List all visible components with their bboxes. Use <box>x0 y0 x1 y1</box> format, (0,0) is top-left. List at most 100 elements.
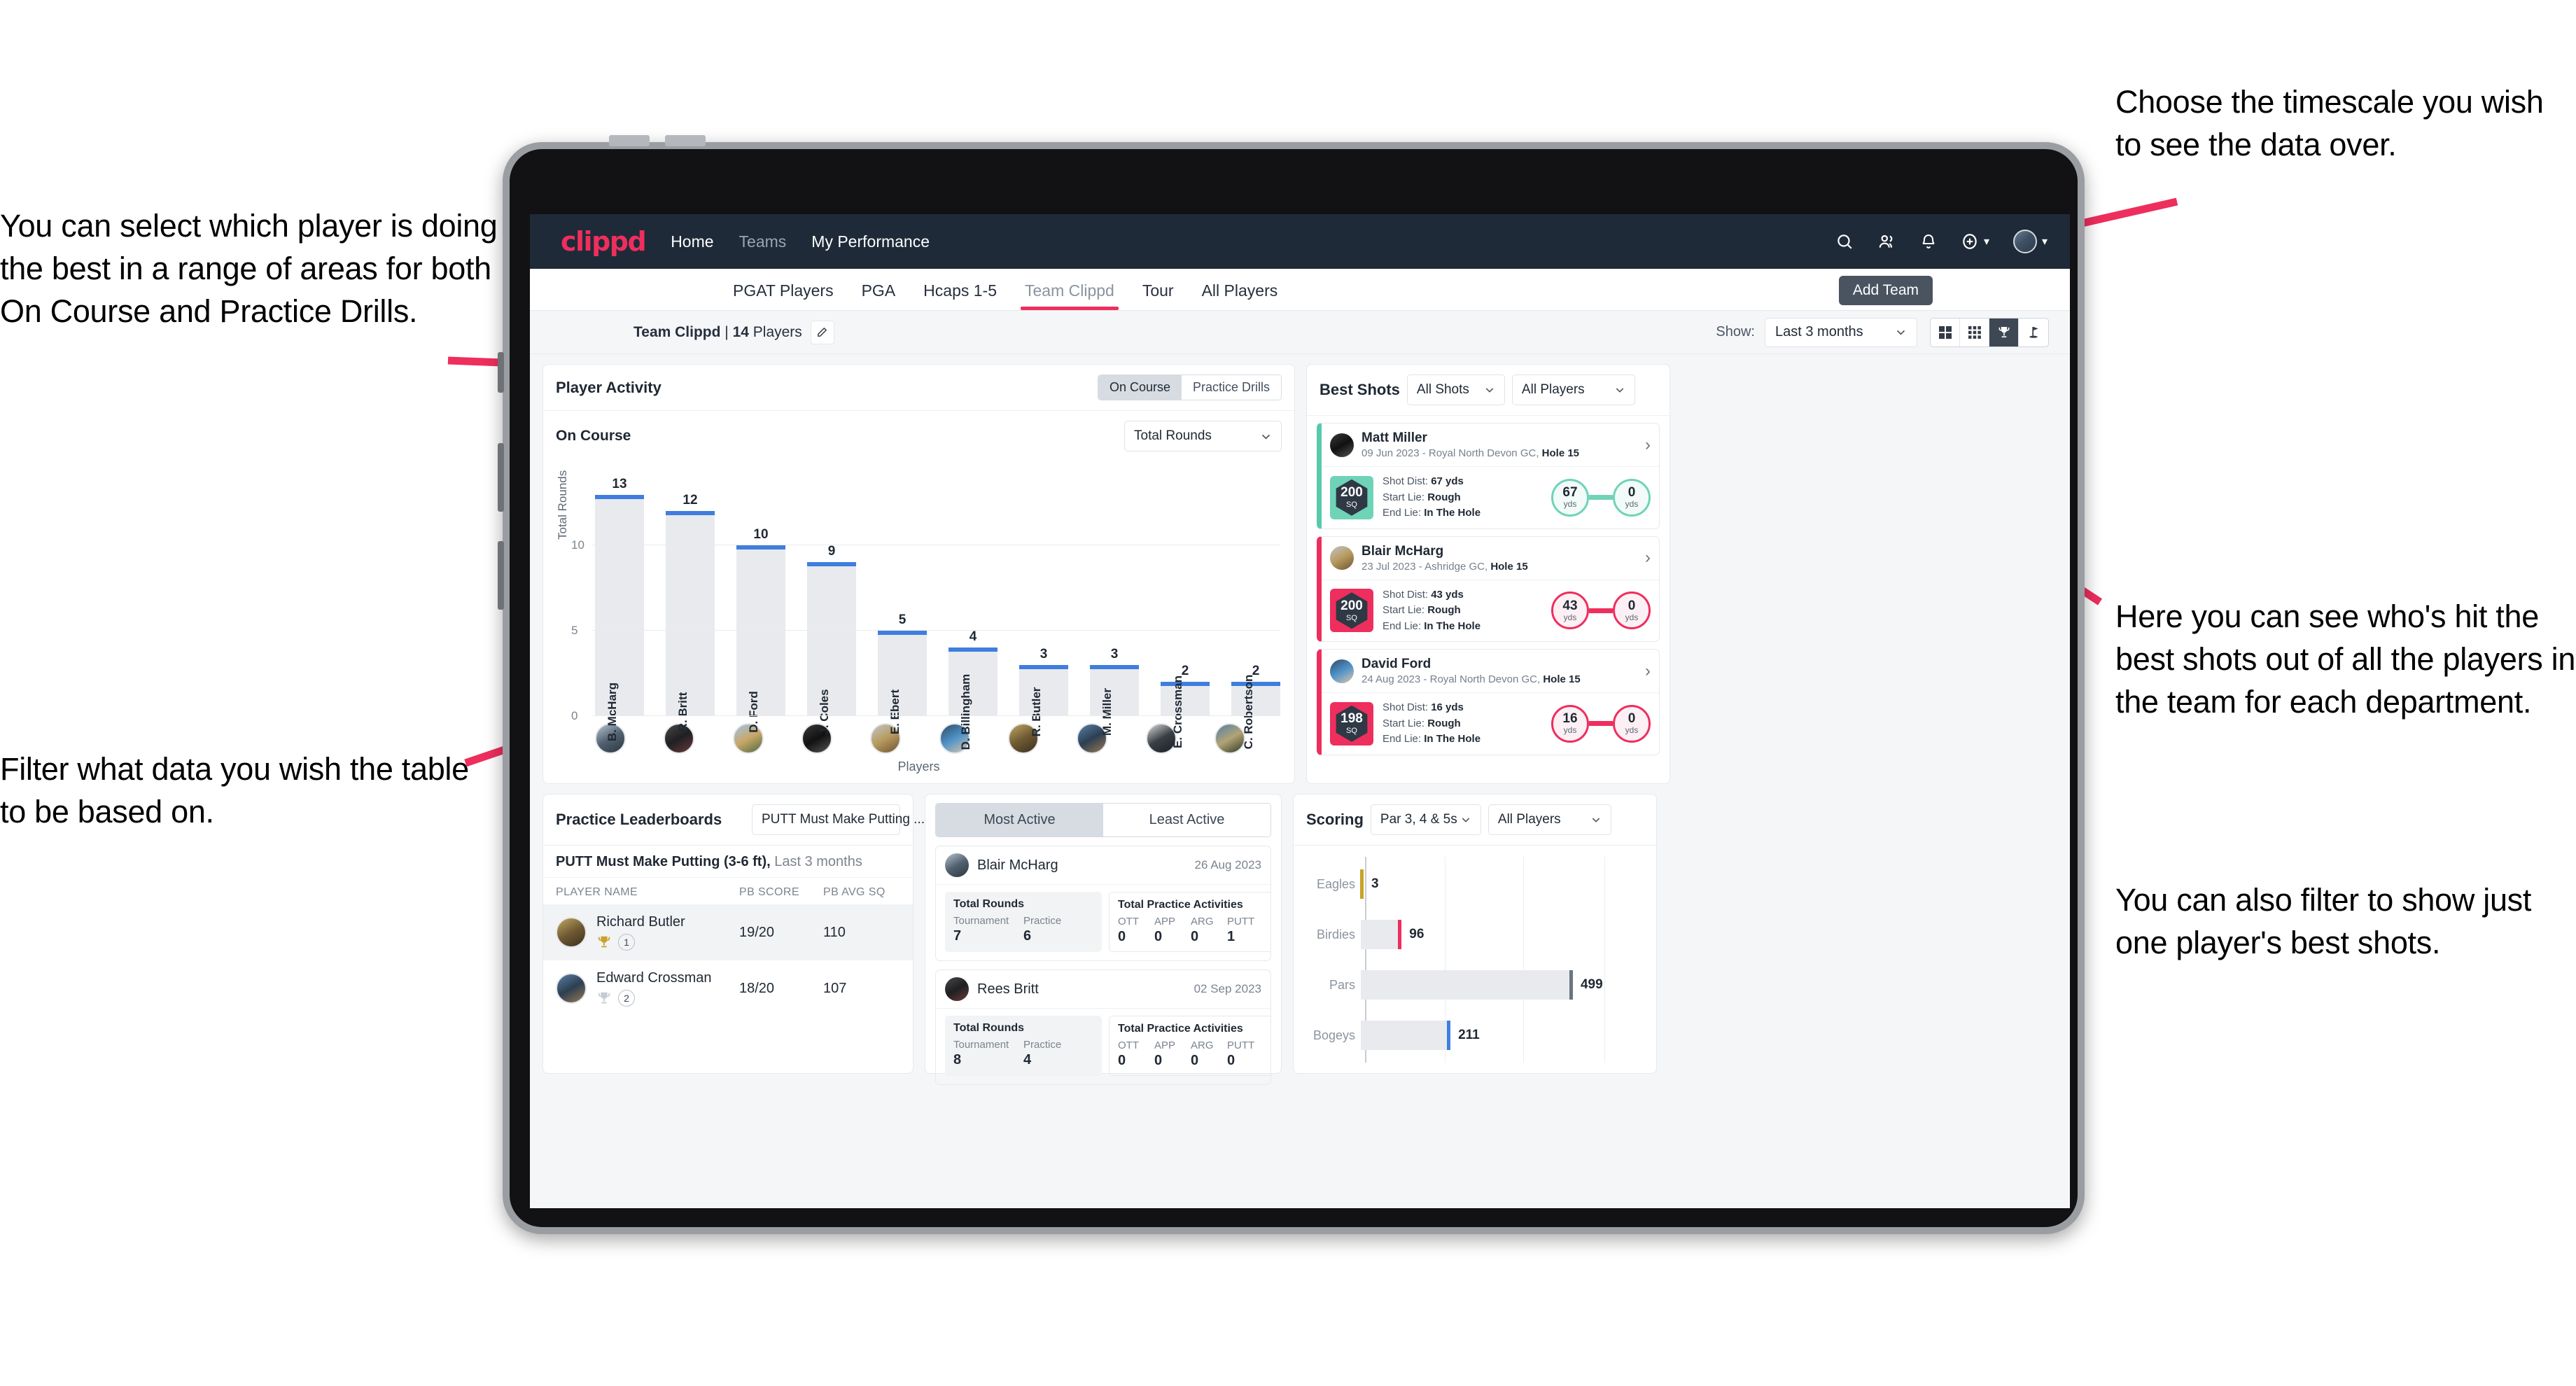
avatar[interactable] <box>1330 659 1354 683</box>
tab-most-active[interactable]: Most Active <box>936 804 1103 836</box>
nav-link-home[interactable]: Home <box>671 232 713 251</box>
bell-icon[interactable] <box>1920 232 1937 251</box>
chart-bar-group[interactable]: 3 M. Miller <box>1090 477 1139 736</box>
leaderboard-row[interactable]: Richard Butler 1 19/20 110 <box>543 904 913 960</box>
chart-bar-group[interactable]: 4 D. Billingham <box>948 477 997 750</box>
scoring-bar-value: 211 <box>1458 1028 1480 1042</box>
avatar[interactable] <box>945 977 969 1001</box>
best-shots-title: Best Shots <box>1320 381 1400 398</box>
chevron-right-icon[interactable]: › <box>1645 435 1651 455</box>
practice-leaderboards-title: Practice Leaderboards <box>556 811 722 828</box>
best-shot-date: 24 Aug 2023 <box>1362 673 1421 685</box>
chart-bar[interactable]: R. Butler <box>1019 664 1068 736</box>
chevron-right-icon[interactable]: › <box>1645 662 1651 681</box>
chart-bar-group[interactable]: 2 E. Crossman <box>1161 477 1210 748</box>
tab-hcaps-1-5[interactable]: Hcaps 1-5 <box>909 281 1011 310</box>
chart-bar-group[interactable]: 10 D. Ford <box>736 477 785 733</box>
scoring-bar[interactable] <box>1361 920 1402 949</box>
avatar[interactable] <box>556 917 587 948</box>
nav-link-teams[interactable]: Teams <box>739 232 787 251</box>
scoring-bar[interactable] <box>1361 1021 1451 1050</box>
activity-player-card[interactable]: Blair McHarg 26 Aug 2023 Total Rounds Tourn… <box>935 846 1271 961</box>
search-icon[interactable] <box>1835 232 1854 251</box>
chart-bar[interactable]: E. Crossman <box>1161 676 1210 748</box>
tab-pgat-players[interactable]: PGAT Players <box>719 281 848 310</box>
segment-practice-drills[interactable]: Practice Drills <box>1181 375 1281 400</box>
side-button-3[interactable] <box>498 541 504 610</box>
volume-up-button[interactable] <box>609 135 650 146</box>
practice-activities-box: Total Practice Activities OTT APP ARG PUTT 0 0… <box>1109 892 1270 952</box>
shot-quality-unit: SQ <box>1346 500 1357 510</box>
plus-circle-icon[interactable]: ▾ <box>1961 232 1989 251</box>
side-button-1[interactable] <box>498 352 504 393</box>
clippd-logo[interactable]: clippd <box>561 226 647 257</box>
shot-filter-select[interactable]: All Shots <box>1406 374 1505 405</box>
shot-quality-badge: 200 SQ <box>1330 589 1373 633</box>
chart-bar-group[interactable]: 3 R. Butler <box>1019 477 1068 736</box>
tab-least-active[interactable]: Least Active <box>1103 804 1270 836</box>
chart-bar-group[interactable]: 2 C. Robertson <box>1231 477 1280 749</box>
tab-tour[interactable]: Tour <box>1128 281 1188 310</box>
activity-card-body: Total Rounds Tournament Practice 7 6 Total Pr… <box>936 885 1270 960</box>
tab-pga[interactable]: PGA <box>848 281 910 310</box>
chart-bar-label: J. Coles <box>818 689 831 735</box>
practice-activities-title: Total Practice Activities <box>1118 1023 1243 1035</box>
chart-bar-group[interactable]: 9 J. Coles <box>807 477 856 735</box>
tab-team-clippd[interactable]: Team Clippd <box>1011 281 1128 310</box>
edit-team-button[interactable] <box>810 320 834 344</box>
start-lie-label: Start Lie: <box>1382 717 1428 729</box>
segment-on-course[interactable]: On Course <box>1098 375 1182 400</box>
leaderboard-row[interactable]: Edward Crossman 2 18/20 107 <box>543 960 913 1016</box>
activity-card-body: Total Rounds Tournament Practice 8 4 Total Pr… <box>936 1009 1270 1084</box>
chart-bar[interactable]: R. Britt <box>666 510 715 732</box>
chart-bar-group[interactable]: 5 E. Ebert <box>878 477 927 734</box>
activity-player-card[interactable]: Rees Britt 02 Sep 2023 Total Rounds Tournam… <box>935 969 1271 1085</box>
tab-all-players[interactable]: All Players <box>1188 281 1292 310</box>
scoring-player-filter-select[interactable]: All Players <box>1488 804 1611 835</box>
par-filter-select[interactable]: Par 3, 4 & 5s <box>1370 804 1481 835</box>
best-shot-card[interactable]: Blair McHarg 23 Jul 2023 - Ashridge GC, H… <box>1317 536 1660 642</box>
chart-bar[interactable]: C. Robertson <box>1231 675 1280 749</box>
chart-bar[interactable]: E. Ebert <box>878 630 927 734</box>
people-icon[interactable] <box>1877 232 1896 251</box>
best-shot-card[interactable]: David Ford 24 Aug 2023 - Royal North Devo… <box>1317 649 1660 755</box>
avatar[interactable]: ▾ <box>2012 230 2047 253</box>
chart-bar[interactable]: D. Billingham <box>948 648 997 750</box>
period-select-value: Last 3 months <box>1775 324 1863 340</box>
avatar[interactable] <box>1330 433 1354 457</box>
scoring-bar[interactable] <box>1361 970 1573 1000</box>
volume-down-button[interactable] <box>665 135 706 146</box>
period-select[interactable]: Last 3 months <box>1765 317 1917 347</box>
side-button-2[interactable] <box>498 443 504 512</box>
avatar[interactable] <box>556 973 587 1004</box>
chart-bar-value: 3 <box>1110 646 1119 662</box>
chart-bar[interactable]: M. Miller <box>1090 664 1139 736</box>
scoring-bar-row[interactable]: Bogeys 211 <box>1305 1014 1645 1057</box>
start-lie-value: Rough <box>1427 604 1461 616</box>
chevron-right-icon[interactable]: › <box>1645 548 1651 568</box>
view-mode-trophy[interactable] <box>1989 318 2019 346</box>
drill-name: PUTT Must Make Putting (3-6 ft), <box>556 854 771 869</box>
scoring-bar-row[interactable]: Birdies 96 <box>1305 913 1645 956</box>
chart-bar-group[interactable]: 13 B. McHarg <box>595 477 644 741</box>
player-avatar[interactable] <box>1214 723 1245 754</box>
view-mode-golf-flag[interactable] <box>2019 318 2048 346</box>
best-shot-card[interactable]: Matt Miller 09 Jun 2023 - Royal North Dev… <box>1317 423 1660 529</box>
nav-link-my-performance[interactable]: My Performance <box>811 232 930 251</box>
chart-bar[interactable]: B. McHarg <box>595 495 644 741</box>
metric-select[interactable]: Total Rounds <box>1124 421 1282 451</box>
avatar[interactable] <box>1330 546 1354 570</box>
view-mode-grid-large[interactable] <box>1931 318 1960 346</box>
team-players-word: Players <box>748 323 802 340</box>
shot-start-distance: 67 yds <box>1551 478 1589 517</box>
player-filter-select[interactable]: All Players <box>1511 374 1635 405</box>
drill-select[interactable]: PUTT Must Make Putting ... <box>752 804 925 835</box>
chart-bar[interactable]: J. Coles <box>807 562 856 735</box>
avatar[interactable] <box>945 853 969 877</box>
view-mode-grid-small[interactable] <box>1960 318 1989 346</box>
scoring-bar-row[interactable]: Pars 499 <box>1305 963 1645 1007</box>
scoring-bar-row[interactable]: Eagles 3 <box>1305 862 1645 906</box>
scoring-bar[interactable] <box>1360 869 1364 899</box>
chart-bar-group[interactable]: 12 R. Britt <box>666 477 715 732</box>
chart-bar[interactable]: D. Ford <box>736 545 785 733</box>
